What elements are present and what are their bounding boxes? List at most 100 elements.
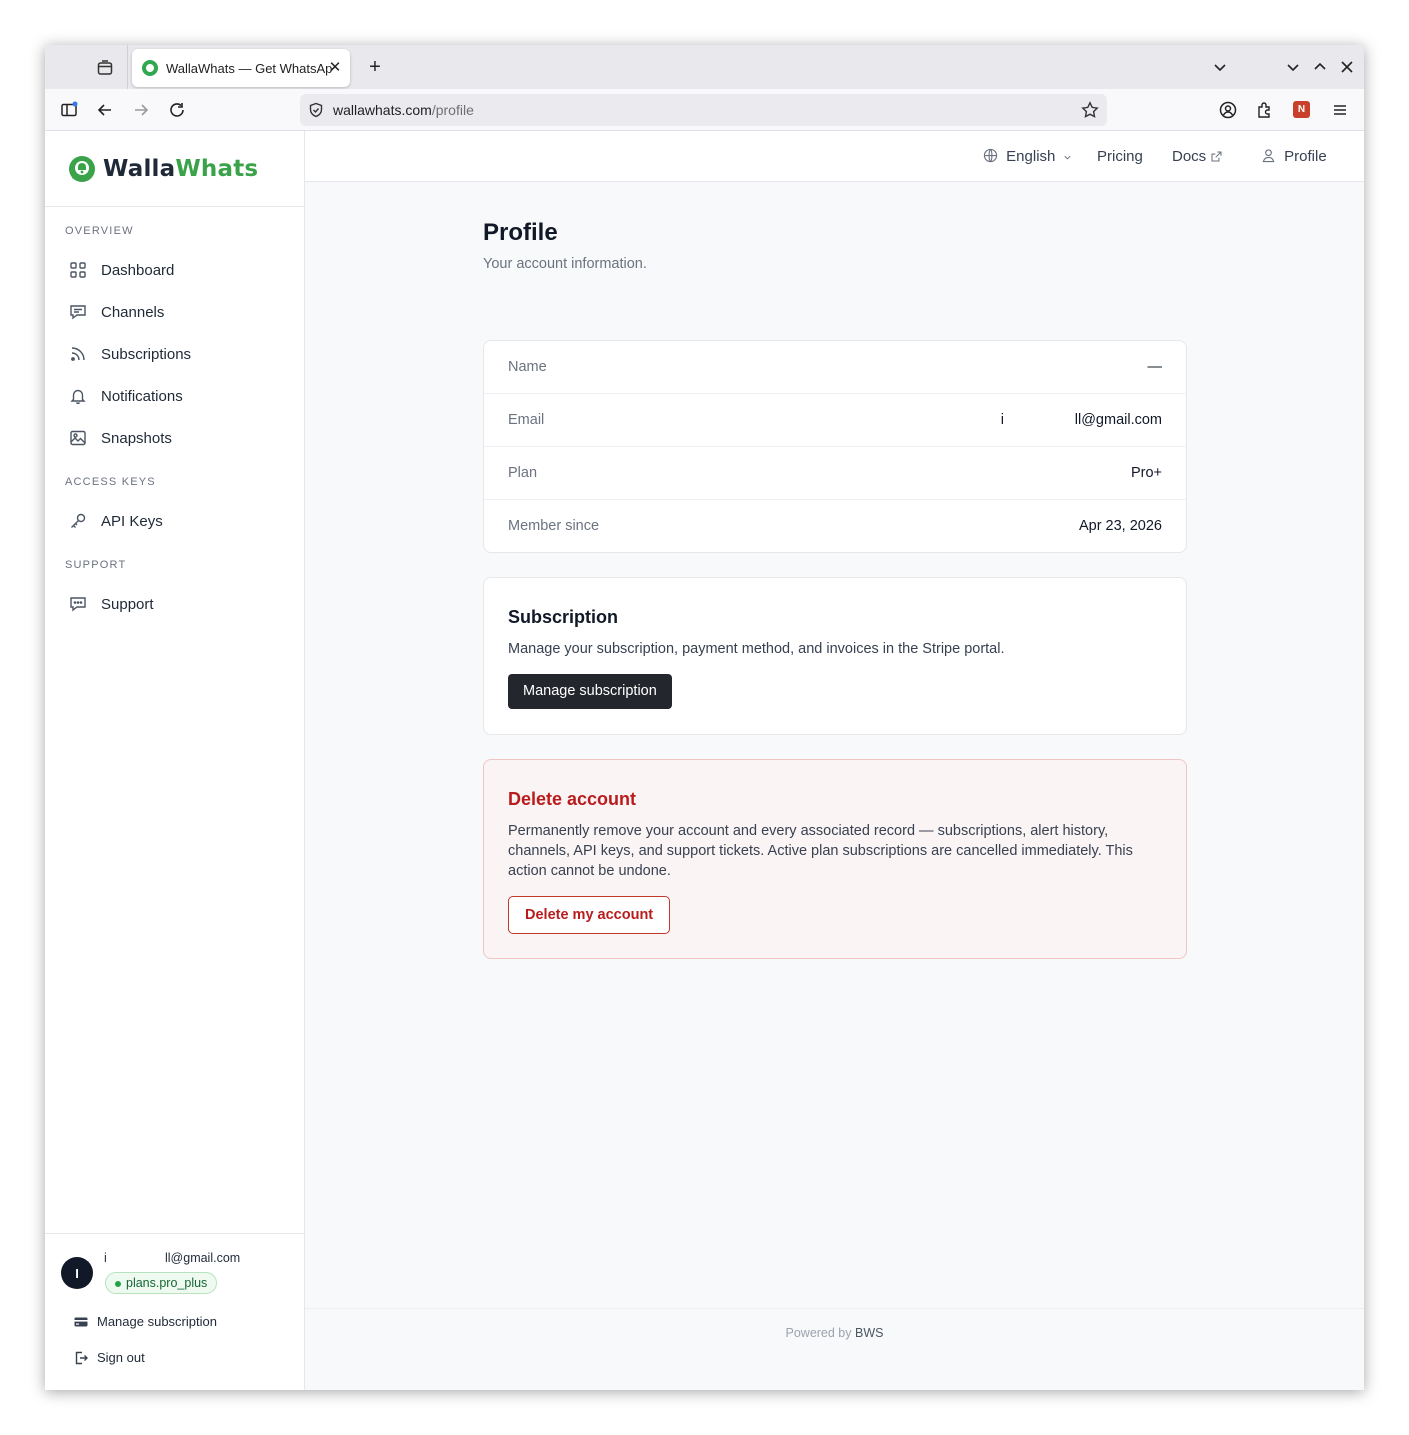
info-row-email: Email i ll@gmail.com [484, 394, 1186, 447]
delete-account-button[interactable]: Delete my account [508, 896, 671, 934]
user-email-domain: ll@gmail.com [165, 1251, 241, 1265]
sidebar-item-api-keys[interactable]: API Keys [57, 503, 293, 539]
reload-icon[interactable] [167, 100, 187, 120]
subscription-card: Subscription Manage your subscription, p… [483, 577, 1187, 735]
sidebar-item-label: API Keys [101, 513, 163, 530]
info-value-email-domain: ll@gmail.com [1074, 412, 1162, 428]
sign-out-label: Sign out [97, 1350, 145, 1365]
main-content: English Pricing Docs Profile Profile You… [305, 131, 1364, 1390]
page-title: Profile [483, 219, 558, 246]
wallawhats-favicon-icon [142, 60, 158, 76]
delete-account-card: Delete account Permanently remove your a… [483, 759, 1187, 959]
info-label: Name [508, 359, 547, 375]
subscription-title: Subscription [508, 607, 619, 627]
nav-profile[interactable]: Profile [1261, 148, 1327, 165]
user-email-part: i [104, 1251, 107, 1265]
sidebar-item-label: Snapshots [101, 430, 172, 447]
info-row-plan: Plan Pro+ [484, 447, 1186, 500]
sidebar-item-subscriptions[interactable]: Subscriptions [57, 336, 293, 372]
logo-icon [69, 156, 95, 182]
bookmark-star-icon[interactable] [1081, 101, 1099, 119]
sidebar-item-channels[interactable]: Channels [57, 294, 293, 330]
globe-icon [983, 148, 998, 163]
sidebar-item-support[interactable]: Support [57, 586, 293, 622]
url-bar[interactable]: wallawhats.com/profile [300, 94, 1107, 126]
info-label: Member since [508, 518, 600, 534]
menu-icon[interactable] [1330, 100, 1350, 120]
status-dot-icon [115, 1281, 121, 1287]
sidebar: WallaWhats OVERVIEW Dashboard Channels S… [45, 131, 305, 1390]
message-icon [70, 305, 86, 320]
minimize-icon[interactable] [1283, 57, 1303, 77]
sidebar-toggle-icon[interactable] [59, 100, 79, 120]
top-nav: English Pricing Docs Profile [305, 131, 1364, 182]
footer-brand-link[interactable]: BWS [855, 1326, 883, 1340]
info-value: — [1147, 359, 1163, 375]
close-tab-icon[interactable]: ✕ [326, 59, 344, 77]
sidebar-manage-subscription[interactable]: Manage subscription [73, 1312, 233, 1332]
sidebar-item-snapshots[interactable]: Snapshots [57, 420, 293, 456]
user-icon [1262, 149, 1275, 163]
nav-docs[interactable]: Docs [1172, 148, 1223, 165]
info-row-name: Name — [484, 341, 1186, 394]
rss-icon [71, 347, 85, 361]
nav-pricing[interactable]: Pricing [1097, 148, 1143, 165]
browser-toolbar: wallawhats.com/profile N [45, 89, 1364, 131]
bell-icon [70, 389, 86, 405]
maximize-icon[interactable] [1310, 57, 1330, 77]
sidebar-footer: I i ll@gmail.com plans.pro_plus Manage s… [45, 1233, 304, 1390]
chat-icon [70, 597, 86, 612]
url-text[interactable]: wallawhats.com/profile [333, 102, 474, 118]
tab-separator [127, 45, 128, 89]
info-value-email-part: i [1000, 412, 1004, 428]
sidebar-item-label: Notifications [101, 388, 183, 405]
account-icon[interactable] [1218, 100, 1238, 120]
language-selector[interactable]: English [983, 148, 1073, 165]
extensions-icon[interactable] [1254, 100, 1274, 120]
close-window-icon[interactable] [1337, 57, 1357, 77]
sidebar-item-label: Support [101, 596, 154, 613]
delete-account-title: Delete account [508, 789, 637, 809]
brand-name: WallaWhats [103, 156, 259, 182]
info-label: Email [508, 412, 545, 428]
browser-window: WallaWhats — Get WhatsApp ✕ + wallawhats… [45, 45, 1364, 1390]
section-overview: OVERVIEW [65, 225, 134, 237]
list-tabs-icon[interactable] [1210, 57, 1230, 77]
image-icon [70, 430, 86, 446]
info-label: Plan [508, 465, 538, 481]
plan-badge: plans.pro_plus [105, 1272, 218, 1294]
info-value: Apr 23, 2026 [1078, 518, 1162, 534]
manage-subscription-button[interactable]: Manage subscription [508, 674, 672, 709]
section-support: SUPPORT [65, 559, 127, 571]
extension-red-icon[interactable]: N [1293, 101, 1310, 118]
sidebar-item-notifications[interactable]: Notifications [57, 378, 293, 414]
sidebar-item-label: Channels [101, 304, 165, 321]
footer: Powered by BWS [305, 1308, 1364, 1390]
key-icon [71, 513, 86, 528]
back-icon[interactable] [95, 100, 115, 120]
tab-title: WallaWhats — Get WhatsApp [166, 60, 332, 76]
sign-out-icon [75, 1351, 88, 1365]
forward-icon[interactable] [131, 100, 151, 120]
powered-by: Powered by BWS [785, 1326, 884, 1340]
tab-strip: WallaWhats — Get WhatsApp ✕ + [45, 45, 1364, 89]
section-access-keys: ACCESS KEYS [65, 476, 156, 488]
sign-out-link[interactable]: Sign out [73, 1348, 173, 1368]
active-tab[interactable]: WallaWhats — Get WhatsApp ✕ [132, 49, 350, 87]
brand[interactable]: WallaWhats [45, 131, 304, 207]
delete-account-text: Permanently remove your account and ever… [508, 823, 1133, 879]
grid-icon [70, 262, 86, 278]
page-subtitle: Your account information. [483, 256, 647, 272]
shield-icon[interactable] [308, 102, 324, 118]
info-row-member-since: Member since Apr 23, 2026 [484, 500, 1186, 553]
new-tab-icon[interactable]: + [363, 55, 387, 79]
sidebar-item-dashboard[interactable]: Dashboard [57, 252, 293, 288]
subscription-text: Manage your subscription, payment method… [508, 641, 1005, 657]
chevron-down-icon [1063, 155, 1071, 160]
avatar[interactable]: I [61, 1257, 93, 1289]
info-value: Pro+ [1130, 465, 1162, 481]
tab-groups-icon[interactable] [90, 53, 120, 83]
sidebar-item-label: Subscriptions [101, 346, 192, 363]
manage-subscription-label: Manage subscription [97, 1314, 217, 1329]
external-link-icon [1211, 151, 1222, 162]
